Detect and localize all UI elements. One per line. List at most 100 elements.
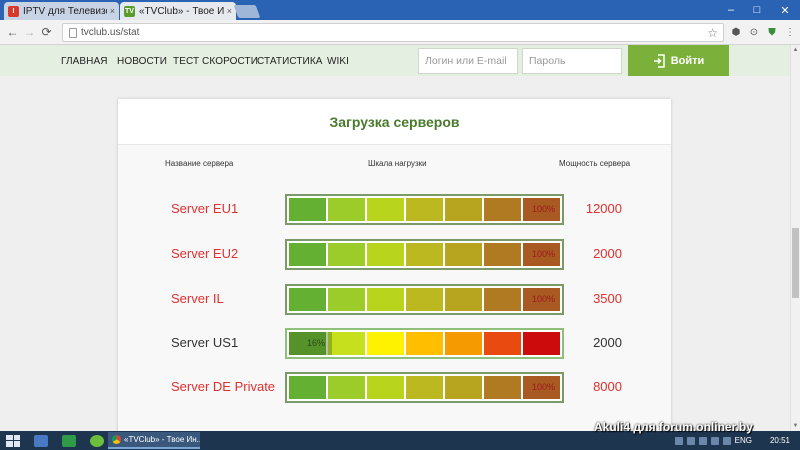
tray-icon[interactable] [686, 436, 695, 445]
load-bar: 100% [285, 239, 564, 270]
start-button[interactable] [6, 434, 20, 447]
load-segment [406, 243, 443, 266]
taskbar-app-icon[interactable] [90, 434, 104, 447]
sign-in-icon [653, 53, 665, 68]
load-segment [445, 376, 482, 399]
clock[interactable]: 20:51 [770, 436, 790, 445]
load-segment [367, 198, 404, 221]
server-load-card: Загрузка серверов Название сервера Шкала… [118, 99, 671, 439]
server-power: 8000 [593, 379, 622, 394]
taskbar-task-title: «TVClub» - Твое Ин... [124, 435, 200, 444]
load-segment [484, 198, 521, 221]
reload-icon[interactable]: ⟳ [38, 25, 55, 39]
server-power: 12000 [585, 201, 622, 216]
extension-icon[interactable]: ⊙ [746, 24, 762, 40]
load-percentage: 16% [307, 338, 326, 348]
server-name: Server US1 [171, 335, 239, 350]
load-segment [445, 198, 482, 221]
load-percentage: 100% [531, 249, 555, 259]
column-header-power: Мощность сервера [559, 159, 631, 168]
column-header-load: Шкала нагрузки [368, 159, 427, 168]
load-percentage: 100% [531, 204, 555, 214]
load-segment [328, 243, 365, 266]
taskbar-app-icon[interactable] [62, 434, 76, 447]
scroll-down-icon[interactable]: ▼ [791, 421, 800, 431]
nav-wiki[interactable]: WIKI [327, 56, 349, 67]
load-segment [328, 198, 365, 221]
chrome-icon [112, 435, 121, 444]
shield-extension-icon[interactable]: ⛊ [764, 24, 780, 40]
load-segment [328, 376, 365, 399]
server-row: Server DE Private 100% 8000 [118, 370, 671, 404]
tab-title: «TVClub» - Твое Интер [139, 5, 224, 17]
volume-icon[interactable] [722, 436, 731, 445]
nav-statistics[interactable]: СТАТИСТИКА [257, 56, 323, 67]
back-arrow-icon[interactable]: ← [4, 25, 21, 39]
server-row: Server EU2 100% 2000 [118, 237, 671, 271]
server-power: 2000 [593, 335, 622, 350]
taskbar-chrome-task[interactable]: «TVClub» - Твое Ин... [108, 432, 200, 449]
scroll-up-icon[interactable]: ▲ [791, 45, 800, 55]
page-scrollbar[interactable]: ▲ ▼ [790, 45, 800, 431]
login-input[interactable]: Логин или E-mail [418, 48, 518, 74]
card-header: Загрузка серверов [118, 99, 671, 145]
load-segment [328, 332, 365, 355]
load-segment [367, 376, 404, 399]
server-row: Server IL 100% 3500 [118, 282, 671, 316]
load-segment [289, 376, 326, 399]
password-input[interactable]: Пароль [522, 48, 622, 74]
load-segment [523, 332, 560, 355]
server-power: 2000 [593, 246, 622, 261]
tab-favicon-icon: TV [124, 5, 135, 17]
load-segment [406, 376, 443, 399]
column-header-name: Название сервера [165, 159, 234, 168]
site-navigation: ГЛАВНАЯ НОВОСТИ ТЕСТ СКОРОСТИ СТАТИСТИКА… [0, 45, 790, 76]
nav-news[interactable]: НОВОСТИ [117, 56, 167, 67]
load-segment [406, 332, 443, 355]
load-segment [289, 198, 326, 221]
load-segment [484, 332, 521, 355]
load-percentage: 100% [531, 294, 555, 304]
forward-arrow-icon[interactable]: → [21, 25, 38, 39]
watermark-text: Akuli4 для forum.onliner.by [594, 420, 753, 434]
server-power: 3500 [593, 291, 622, 306]
tray-icon[interactable] [698, 436, 707, 445]
scrollbar-thumb[interactable] [792, 228, 799, 298]
new-tab-button[interactable] [233, 5, 261, 18]
load-segment [367, 332, 404, 355]
browser-tab-strip: I IPTV для Телевизоров S × TV «TVClub» -… [0, 0, 800, 20]
load-segment [445, 243, 482, 266]
url-text: tvclub.us/stat [81, 27, 140, 38]
network-icon[interactable] [710, 436, 719, 445]
nav-speed-test[interactable]: ТЕСТ СКОРОСТИ [173, 56, 258, 67]
tray-icon[interactable] [674, 436, 683, 445]
taskbar-app-icon[interactable] [34, 434, 48, 447]
browser-toolbar: ← → ⟳ tvclub.us/stat ☆ [0, 20, 800, 45]
load-segment [484, 243, 521, 266]
server-name: Server IL [171, 291, 224, 306]
tab-close-icon[interactable]: × [110, 6, 115, 16]
load-segment [289, 243, 326, 266]
nav-home[interactable]: ГЛАВНАЯ [61, 56, 108, 67]
server-name: Server DE Private [171, 379, 276, 394]
bookmark-star-icon[interactable]: ☆ [707, 26, 718, 40]
close-window-icon[interactable]: ✕ [770, 0, 800, 20]
tab-close-icon[interactable]: × [227, 6, 232, 16]
browser-tab-tvclub[interactable]: TV «TVClub» - Твое Интер × [120, 2, 236, 20]
load-segment [367, 243, 404, 266]
maximize-icon[interactable]: □ [744, 0, 770, 20]
minimize-icon[interactable]: – [718, 0, 744, 20]
menu-icon[interactable]: ⋮ [782, 24, 798, 40]
address-bar[interactable]: tvclub.us/stat ☆ [62, 23, 724, 42]
language-indicator[interactable]: ENG [735, 436, 752, 445]
page-info-icon[interactable] [69, 27, 77, 38]
load-segment [289, 288, 326, 311]
load-segment [406, 198, 443, 221]
window-controls: – □ ✕ [718, 0, 800, 20]
login-button[interactable]: Войти [628, 45, 729, 76]
load-bar: 100% [285, 372, 564, 403]
extension-icon[interactable]: ⬢ [728, 24, 744, 40]
browser-tab-iptv[interactable]: I IPTV для Телевизоров S × [4, 2, 119, 20]
load-segment [445, 288, 482, 311]
server-row: Server EU1 100% 12000 [118, 192, 671, 226]
